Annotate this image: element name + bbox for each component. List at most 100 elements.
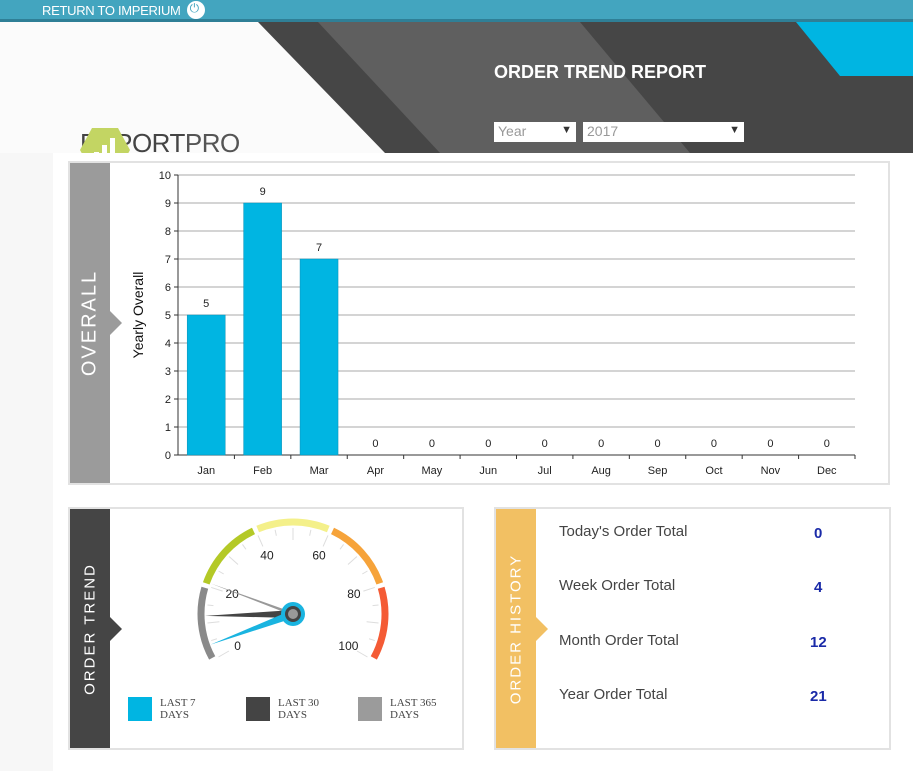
power-icon — [186, 1, 205, 19]
gauge-label: 80 — [347, 587, 361, 601]
arrow-icon — [536, 616, 548, 641]
data-label: 0 — [429, 438, 435, 450]
data-label: 0 — [372, 438, 378, 450]
gauge-band — [256, 518, 330, 533]
gauge-label: 60 — [312, 549, 326, 563]
gauge-tick — [207, 604, 214, 607]
week-order-total-value: 4 — [814, 579, 823, 596]
gauge-tick — [211, 586, 223, 592]
data-label: 9 — [260, 186, 266, 198]
gauge-tick — [242, 544, 247, 550]
legend-swatch — [246, 697, 270, 721]
y-tick-label: 8 — [165, 226, 171, 238]
gauge-hub-center — [288, 609, 298, 619]
gauge-tick — [322, 535, 329, 547]
gauge-tick — [218, 570, 224, 575]
y-tick-label: 2 — [165, 394, 171, 406]
return-to-imperium-link[interactable]: RETURN TO IMPERIUM — [42, 1, 205, 19]
data-label: 0 — [767, 438, 773, 450]
data-label: 0 — [711, 438, 717, 450]
y-tick-label: 4 — [165, 338, 171, 350]
order-history-label: ORDER HISTORY — [507, 553, 525, 704]
overall-panel: OVERALL 0 1 2 3 4 5 6 7 8 9 10 Yearly Overall 5 Jan 9 F… — [68, 161, 890, 485]
x-tick-label: Dec — [817, 465, 837, 477]
gauge-tick — [218, 650, 230, 658]
gauge-tick — [347, 556, 358, 565]
x-tick-label: Aug — [591, 465, 611, 477]
data-label: 7 — [316, 242, 322, 254]
top-bar: RETURN TO IMPERIUM — [0, 0, 913, 22]
gauge-tick — [211, 638, 218, 642]
needle-last-365-days — [210, 583, 294, 616]
gauge-tick — [372, 604, 379, 607]
gauge-tick — [366, 621, 379, 624]
y-tick-label: 10 — [159, 170, 171, 182]
bar-jan — [186, 314, 226, 456]
legend-swatch — [358, 697, 382, 721]
gauge-tick — [368, 638, 375, 642]
gauge-tick — [339, 544, 344, 550]
legend-item-last-30-days: LAST 30 DAYS — [246, 697, 319, 721]
todays-order-total-label: Today's Order Total — [559, 523, 688, 540]
data-label: 0 — [542, 438, 548, 450]
y-tick-label: 3 — [165, 366, 171, 378]
data-label: 0 — [598, 438, 604, 450]
period-select[interactable]: Year — [494, 122, 576, 142]
gauge-tick — [356, 650, 368, 658]
y-tick-label: 1 — [165, 422, 171, 434]
x-tick-label: Sep — [648, 465, 668, 477]
y-tick-label: 6 — [165, 282, 171, 294]
data-label: 0 — [654, 438, 660, 450]
gauge-tick — [228, 556, 239, 565]
gauge-tick — [363, 586, 375, 592]
month-order-total-value: 12 — [810, 634, 827, 651]
x-tick-label: Nov — [761, 465, 781, 477]
x-tick-label: May — [421, 465, 442, 477]
legend-label: LAST 7 — [160, 697, 196, 709]
legend-label: DAYS — [160, 709, 189, 721]
gauge-tick — [257, 535, 264, 547]
year-order-total-value: 21 — [810, 688, 827, 705]
gauge-tick — [309, 529, 312, 536]
y-tick-label: 0 — [165, 450, 171, 462]
period-select-value: Year — [498, 123, 527, 139]
gauge-tick — [274, 529, 277, 536]
data-label: 5 — [203, 298, 209, 310]
order-trend-gauge: 02040 6080100 — [197, 518, 389, 660]
month-order-total-label: Month Order Total — [559, 632, 679, 649]
order-history-side: ORDER HISTORY — [496, 509, 548, 748]
legend-label: LAST 365 — [390, 697, 437, 709]
y-tick-label: 7 — [165, 254, 171, 266]
legend-swatch — [128, 697, 152, 721]
y-tick-label: 9 — [165, 198, 171, 210]
page-title: ORDER TREND REPORT — [494, 62, 707, 82]
legend-item-last-365-days: LAST 365 DAYS — [358, 697, 437, 721]
x-tick-label: Mar — [310, 465, 329, 477]
x-tick-label: Jan — [197, 465, 215, 477]
legend-label: DAYS — [390, 709, 419, 721]
x-tick-label: Feb — [253, 465, 272, 477]
gauge-tick — [362, 570, 368, 575]
legend-label: DAYS — [278, 709, 307, 721]
year-order-total-label: Year Order Total — [559, 686, 668, 703]
year-select[interactable]: 2017 — [583, 122, 744, 142]
x-tick-label: Jul — [538, 465, 552, 477]
gauge-label: 0 — [234, 639, 241, 653]
order-history-panel: ORDER HISTORY Today's Order Total 0 Week… — [494, 507, 891, 750]
header: ORDER TREND REPORT REPORTPRO — [0, 22, 913, 172]
x-tick-label: Jun — [479, 465, 497, 477]
y-tick-label: 5 — [165, 310, 171, 322]
data-label: 0 — [485, 438, 491, 450]
data-label: 0 — [824, 438, 830, 450]
x-tick-label: Oct — [705, 465, 722, 477]
order-trend-panel: ORDER TREND 0 20 40 60 80 100 LAST 7 DAYS LAST… — [68, 507, 464, 750]
return-label: RETURN TO IMPERIUM — [42, 2, 181, 18]
gauge-label: 40 — [260, 549, 274, 563]
bar-feb — [243, 202, 282, 456]
legend-item-last-7-days: LAST 7 DAYS — [128, 697, 196, 721]
gauge-label: 100 — [338, 639, 358, 653]
gauge-tick — [207, 621, 220, 624]
y-axis-label: Yearly Overall — [130, 272, 146, 359]
x-tick-label: Apr — [367, 465, 384, 477]
week-order-total-label: Week Order Total — [559, 577, 676, 594]
